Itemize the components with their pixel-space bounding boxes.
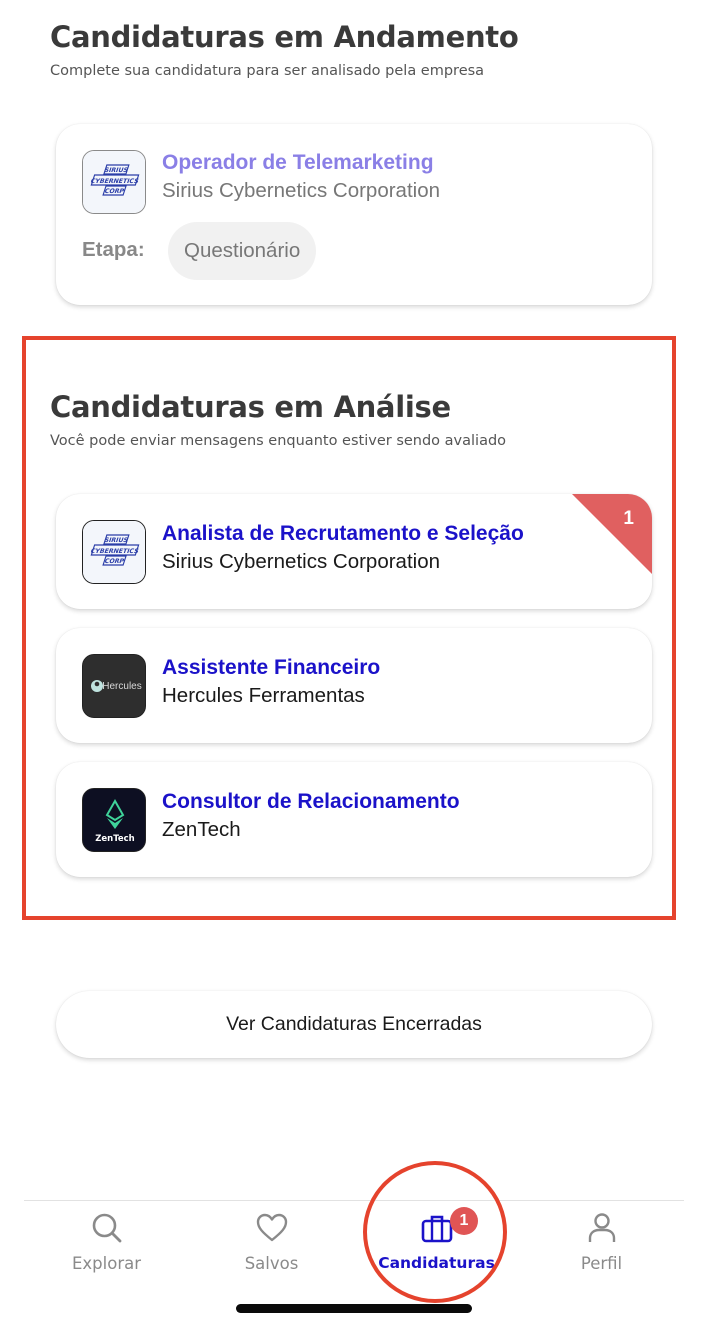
in-progress-title: Candidaturas em Andamento xyxy=(50,20,519,54)
company-name: Hercules Ferramentas xyxy=(162,684,365,707)
user-icon xyxy=(588,1213,615,1242)
company-logo-zentech: ZenTech xyxy=(82,788,146,852)
search-icon xyxy=(92,1213,121,1243)
company-name: Sirius Cybernetics Corporation xyxy=(162,179,441,202)
in-review-card-2[interactable]: Hercules Assistente Financeiro Hercules … xyxy=(56,628,652,743)
notification-count: 1 xyxy=(623,508,634,529)
company-logo-sirius: SIRIUS CYBERNETICS CORP xyxy=(82,150,146,214)
logo-text-line-1: SIRIUS xyxy=(103,167,129,174)
stage-label: Etapa: xyxy=(82,238,145,261)
job-title[interactable]: Assistente Financeiro xyxy=(162,656,380,680)
company-logo-sirius: SIRIUS CYBERNETICS CORP xyxy=(82,520,146,584)
in-review-card-1[interactable]: SIRIUS CYBERNETICS CORP Analista de Recr… xyxy=(56,494,652,609)
in-review-subtitle: Você pode enviar mensagens enquanto esti… xyxy=(50,433,507,449)
tab-salvos[interactable]: Salvos xyxy=(189,1201,354,1301)
stage-pill: Questionário xyxy=(168,222,317,280)
in-progress-subtitle: Complete sua candidatura para ser analis… xyxy=(50,63,485,79)
tab-explorar[interactable]: Explorar xyxy=(24,1201,189,1301)
logo-text-line-1: SIRIUS xyxy=(103,537,129,544)
in-progress-card[interactable]: SIRIUS CYBERNETICS CORP Operador de Tele… xyxy=(56,124,652,305)
company-name: ZenTech xyxy=(162,818,241,841)
tab-label: Salvos xyxy=(244,1254,299,1273)
tab-highlight-circle xyxy=(363,1161,507,1303)
home-indicator xyxy=(236,1304,472,1313)
logo-text-line-2: CYBERNETICS xyxy=(89,548,139,555)
logo-text: Hercules xyxy=(102,681,141,692)
notification-ribbon xyxy=(572,494,652,574)
tab-perfil[interactable]: Perfil xyxy=(519,1201,684,1301)
heart-icon xyxy=(256,1213,287,1242)
company-logo-hercules: Hercules xyxy=(82,654,146,718)
logo-text-line-3: CORP xyxy=(104,558,126,565)
company-name: Sirius Cybernetics Corporation xyxy=(162,550,441,573)
logo-text-line-2: CYBERNETICS xyxy=(89,178,139,185)
in-review-card-3[interactable]: ZenTech Consultor de Relacionamento ZenT… xyxy=(56,762,652,877)
job-title[interactable]: Consultor de Relacionamento xyxy=(162,790,460,814)
job-title[interactable]: Analista de Recrutamento e Seleção xyxy=(162,522,524,546)
tab-label: Perfil xyxy=(580,1254,623,1273)
job-title[interactable]: Operador de Telemarketing xyxy=(162,151,434,175)
logo-text-line-3: CORP xyxy=(104,188,126,195)
view-closed-button[interactable]: Ver Candidaturas Encerradas xyxy=(56,991,652,1058)
tab-bar: Explorar Salvos 1 Candidaturas Perfil xyxy=(24,1200,684,1300)
logo-text: ZenTech xyxy=(95,834,135,844)
tab-label: Explorar xyxy=(71,1254,142,1273)
in-review-title: Candidaturas em Análise xyxy=(50,390,451,424)
